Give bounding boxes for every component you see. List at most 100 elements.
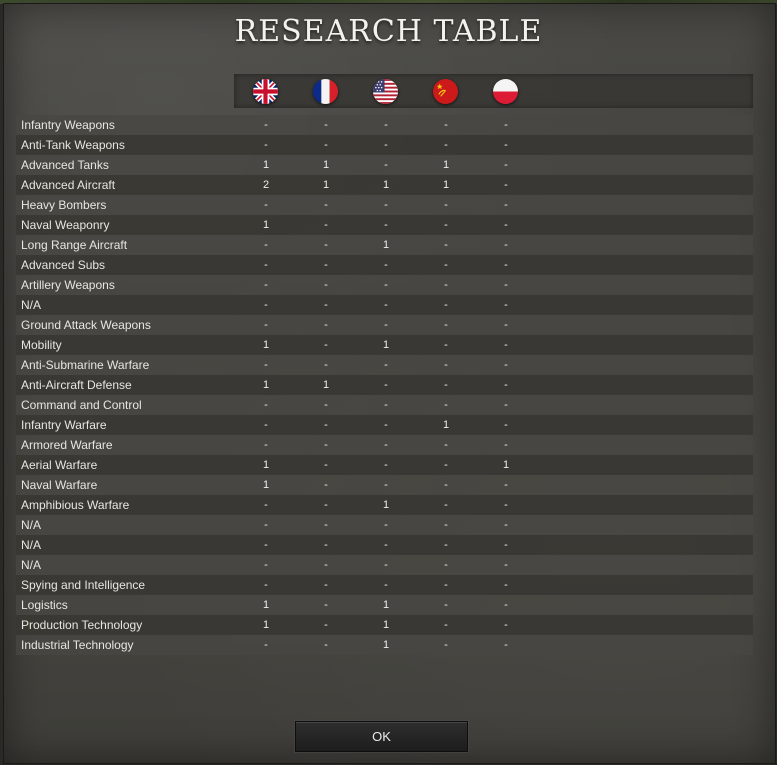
research-category-label: Ground Attack Weapons [21, 318, 151, 332]
research-value-cell: - [504, 219, 508, 231]
research-category-label: Naval Warfare [21, 478, 98, 492]
research-value-cell: 1 [382, 619, 390, 631]
research-value-cell: - [264, 499, 268, 511]
table-row: Infantry Warfare - - - 1 - [16, 415, 753, 435]
research-value-cell: - [384, 259, 388, 271]
table-row: N/A - - - - - [16, 295, 753, 315]
research-category-label: N/A [21, 558, 42, 572]
research-value-cell: - [324, 199, 328, 211]
research-value-cell: - [324, 219, 328, 231]
research-value-cell: - [504, 179, 508, 191]
research-value-cell: - [444, 199, 448, 211]
ok-button[interactable]: OK [295, 721, 468, 752]
research-category-label: N/A [21, 518, 42, 532]
table-row: Ground Attack Weapons - - - - - [16, 315, 753, 335]
research-value-cell: - [264, 319, 268, 331]
research-value-cell: - [384, 399, 388, 411]
research-value-cell: - [504, 539, 508, 551]
research-value-cell: - [264, 559, 268, 571]
research-value-cell: - [324, 399, 328, 411]
research-value-cell: - [504, 279, 508, 291]
research-value-cell: - [384, 159, 388, 171]
research-value-cell: - [444, 459, 448, 471]
research-value-cell: 1 [322, 179, 330, 191]
research-value-cell: - [324, 559, 328, 571]
research-value-cell: - [384, 279, 388, 291]
research-value-cell: - [444, 139, 448, 151]
table-row: Anti-Submarine Warfare - - - - - [16, 355, 753, 375]
research-value-cell: - [384, 299, 388, 311]
france-flag-icon [313, 79, 338, 104]
research-value-cell: - [504, 199, 508, 211]
research-value-cell: - [444, 219, 448, 231]
research-category-label: Advanced Tanks [21, 158, 109, 172]
table-row: Naval Warfare 1 - - - - [16, 475, 753, 495]
research-value-cell: - [444, 519, 448, 531]
research-value-cell: 1 [442, 179, 450, 191]
research-category-label: Anti-Submarine Warfare [21, 358, 150, 372]
research-value-cell: - [444, 639, 448, 651]
research-value-cell: 2 [262, 179, 270, 191]
research-value-cell: - [504, 399, 508, 411]
research-category-label: Artillery Weapons [21, 278, 115, 292]
research-category-label: Industrial Technology [21, 638, 134, 652]
research-category-label: Naval Weaponry [21, 218, 110, 232]
research-value-cell: - [384, 479, 388, 491]
research-value-cell: - [384, 379, 388, 391]
table-row: N/A - - - - - [16, 535, 753, 555]
research-value-cell: - [324, 239, 328, 251]
table-row: Heavy Bombers - - - - - [16, 195, 753, 215]
research-value-cell: - [504, 119, 508, 131]
research-value-cell: - [504, 599, 508, 611]
research-value-cell: - [324, 579, 328, 591]
research-value-cell: - [504, 339, 508, 351]
country-flag-header [234, 74, 753, 108]
research-value-cell: - [444, 339, 448, 351]
table-row: Industrial Technology - - 1 - - [16, 635, 753, 655]
research-value-cell: - [384, 119, 388, 131]
research-category-label: Armored Warfare [21, 438, 113, 452]
research-value-cell: - [384, 459, 388, 471]
research-value-cell: - [384, 199, 388, 211]
research-value-cell: - [444, 599, 448, 611]
research-value-cell: - [384, 559, 388, 571]
research-value-cell: 1 [322, 159, 330, 171]
research-value-cell: - [264, 259, 268, 271]
table-row: Long Range Aircraft - - 1 - - [16, 235, 753, 255]
research-value-cell: 1 [262, 599, 270, 611]
research-value-cell: - [384, 219, 388, 231]
research-value-cell: - [504, 359, 508, 371]
research-value-cell: - [504, 499, 508, 511]
research-value-cell: 1 [262, 339, 270, 351]
research-value-cell: - [324, 339, 328, 351]
research-value-cell: - [444, 379, 448, 391]
research-value-cell: - [444, 359, 448, 371]
research-category-label: Anti-Tank Weapons [21, 138, 125, 152]
research-value-cell: - [324, 119, 328, 131]
research-value-cell: - [504, 379, 508, 391]
research-value-cell: 1 [262, 459, 270, 471]
research-value-cell: - [264, 439, 268, 451]
research-value-cell: - [444, 319, 448, 331]
research-value-cell: - [384, 579, 388, 591]
table-row: Naval Weaponry 1 - - - - [16, 215, 753, 235]
poland-flag-icon [493, 79, 518, 104]
table-row: Armored Warfare - - - - - [16, 435, 753, 455]
research-value-cell: - [264, 299, 268, 311]
research-value-cell: - [504, 159, 508, 171]
research-value-cell: 1 [262, 219, 270, 231]
research-value-cell: 1 [382, 639, 390, 651]
research-value-cell: - [504, 479, 508, 491]
research-value-cell: 1 [262, 159, 270, 171]
research-value-cell: - [504, 259, 508, 271]
research-value-cell: - [384, 519, 388, 531]
research-value-cell: 1 [382, 179, 390, 191]
research-category-label: Spying and Intelligence [21, 578, 146, 592]
research-value-cell: - [264, 359, 268, 371]
research-value-cell: 1 [442, 419, 450, 431]
research-value-cell: - [264, 579, 268, 591]
research-value-cell: - [444, 439, 448, 451]
research-category-label: Infantry Weapons [21, 118, 115, 132]
table-row: Command and Control - - - - - [16, 395, 753, 415]
table-row: Artillery Weapons - - - - - [16, 275, 753, 295]
